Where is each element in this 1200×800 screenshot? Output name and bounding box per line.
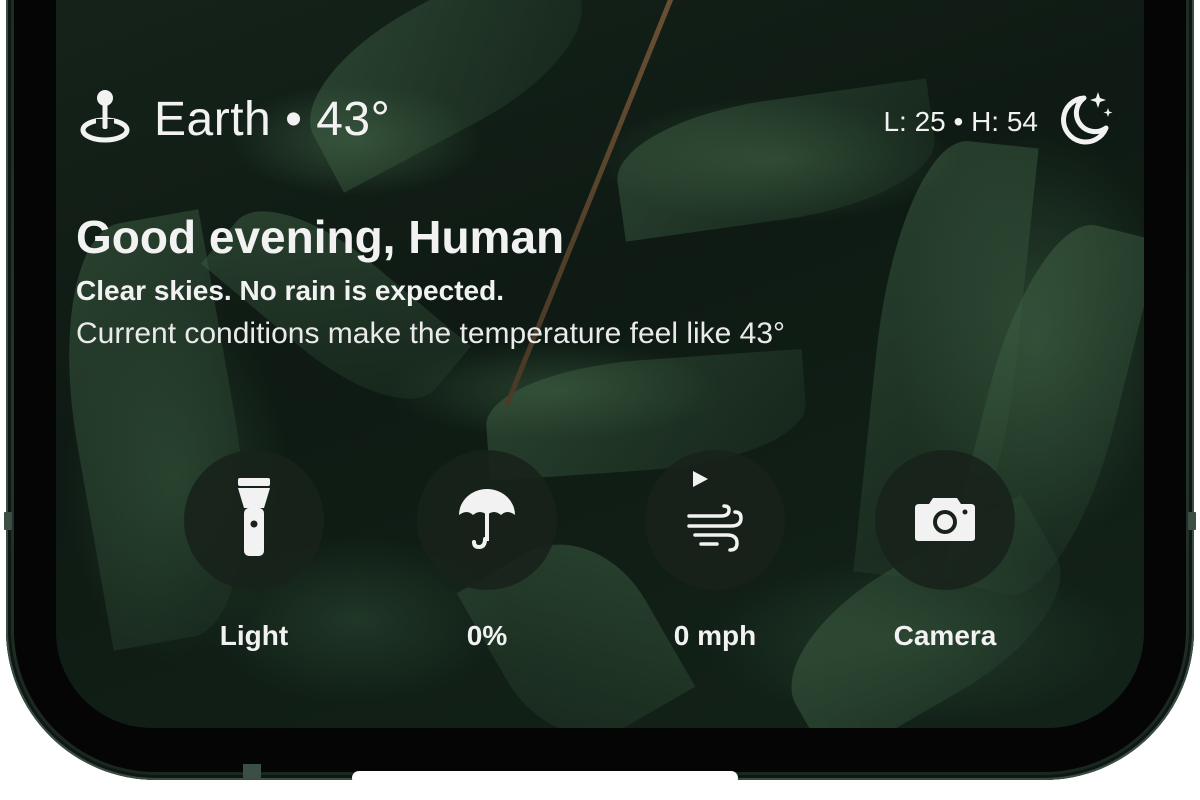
moon-stars-icon <box>1054 88 1116 155</box>
precipitation-button-circle[interactable] <box>417 450 557 590</box>
flashlight-icon <box>234 477 274 563</box>
weather-summary: Clear skies. No rain is expected. <box>76 275 504 306</box>
side-button-left <box>4 512 12 530</box>
home-indicator[interactable] <box>352 771 738 785</box>
flashlight-label: Light <box>219 620 289 651</box>
precipitation-label: 0% <box>466 620 508 651</box>
location-pin-icon <box>76 86 134 153</box>
flashlight-button-circle[interactable] <box>184 450 324 590</box>
frame-antenna-line <box>243 764 261 778</box>
location-header[interactable]: Earth • 43° <box>76 86 390 153</box>
feels-like-text: Current conditions make the temperature … <box>76 317 786 350</box>
side-button-right <box>1188 512 1196 530</box>
camera-icon <box>913 494 977 547</box>
flashlight-button[interactable]: Light <box>184 450 324 652</box>
wind-speed-label: 0 mph <box>673 620 757 651</box>
greeting-title: Good evening, Human <box>76 211 565 263</box>
low-high-temperature: L: 25 • H: 54 <box>883 105 1038 137</box>
wind-button[interactable]: 0 mph <box>645 450 785 652</box>
hilo-header: L: 25 • H: 54 <box>883 88 1116 155</box>
camera-button[interactable]: Camera <box>875 450 1015 652</box>
wind-button-circle[interactable] <box>645 450 785 590</box>
camera-label: Camera <box>893 620 997 651</box>
precipitation-button[interactable]: 0% <box>417 450 557 652</box>
device-mockup: Earth • 43° L: 25 • H: 54 Good evening, … <box>0 0 1200 800</box>
wind-icon <box>687 503 743 557</box>
location-temperature: Earth • 43° <box>154 93 391 146</box>
camera-button-circle[interactable] <box>875 450 1015 590</box>
umbrella-icon <box>457 487 517 554</box>
wind-direction-icon <box>691 470 709 493</box>
